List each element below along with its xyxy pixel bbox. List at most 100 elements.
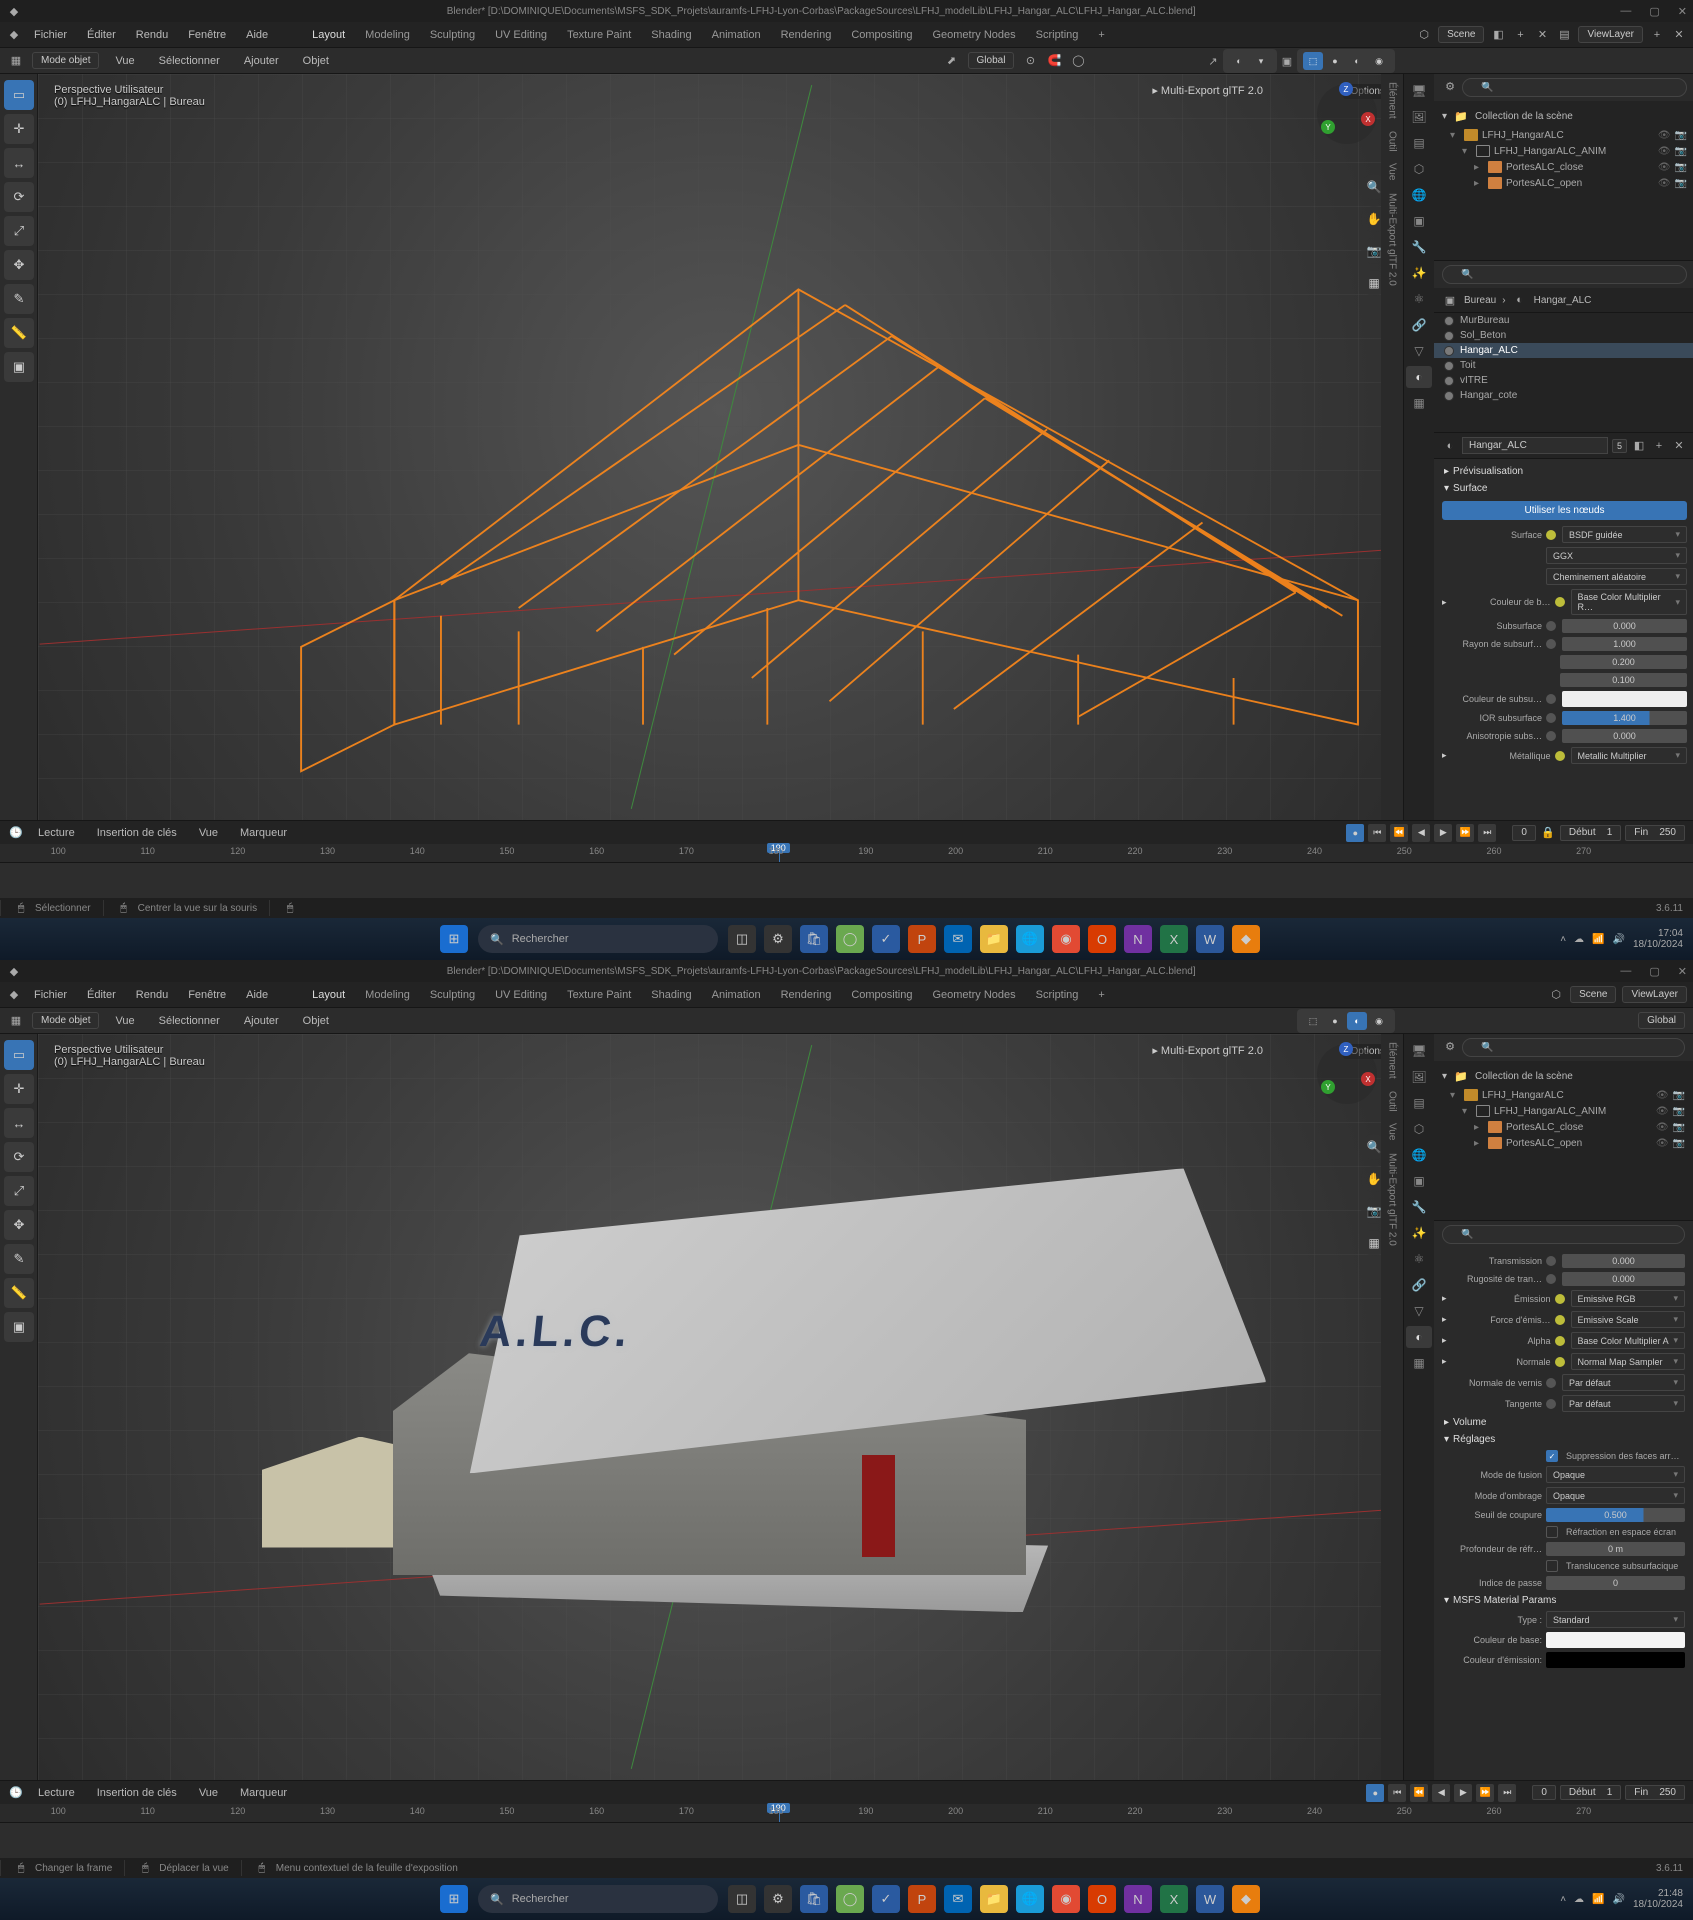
timeline-ruler[interactable]: 1001101201301401501601701801902002102202… [0, 844, 1693, 862]
ptab-world-icon[interactable]: 🌐 [1406, 1144, 1432, 1166]
tl-play[interactable]: Lecture [30, 824, 83, 842]
orient-selector[interactable]: Global [1638, 1012, 1685, 1029]
workspace-sculpting[interactable]: Sculpting [422, 26, 483, 44]
app-excel-icon[interactable]: X [1160, 1885, 1188, 1913]
app-taskview-icon[interactable]: ◫ [728, 925, 756, 953]
xray-icon[interactable]: ▣ [1279, 53, 1295, 69]
workspace-modeling[interactable]: Modeling [357, 986, 418, 1004]
ptab-object-icon[interactable]: ▣ [1406, 210, 1432, 232]
gizmo-toggle-icon[interactable]: ↗ [1205, 53, 1221, 69]
overlay-icon[interactable]: ◐ [1229, 52, 1249, 70]
basecolor-link[interactable]: Base Color Multiplier R… [1571, 589, 1687, 615]
ol-item[interactable]: LFHJ_HangarALC [1482, 130, 1564, 141]
use-nodes-button[interactable]: Utiliser les nœuds [1442, 501, 1687, 520]
workspace-add[interactable]: + [1090, 26, 1112, 44]
close-button[interactable]: ✕ [1678, 5, 1687, 18]
nav-gizmo[interactable]: X Y Z [1307, 1044, 1387, 1124]
tool-scale-icon[interactable]: ⤢ [4, 1176, 34, 1206]
ptab-particle-icon[interactable]: ✨ [1406, 262, 1432, 284]
mat-browse-icon[interactable]: ◐ [1442, 438, 1458, 454]
app-xbox-icon[interactable]: ◯ [836, 925, 864, 953]
jump-end-icon[interactable]: ⏭ [1498, 1784, 1516, 1802]
app-todo-icon[interactable]: ✓ [872, 1885, 900, 1913]
app-chrome-icon[interactable]: ◉ [1052, 925, 1080, 953]
shading-rendered-icon[interactable]: ◉ [1369, 52, 1389, 70]
blender-icon[interactable]: ◆ [6, 27, 22, 43]
msfs-type[interactable]: Standard [1546, 1611, 1685, 1628]
workspace-script[interactable]: Scripting [1028, 26, 1087, 44]
restrict-sel-icon[interactable]: 👁 [1658, 130, 1671, 141]
tl-view[interactable]: Vue [191, 824, 226, 842]
workspace-anim[interactable]: Animation [704, 986, 769, 1004]
outliner-filter-icon[interactable]: ⚙ [1442, 1038, 1458, 1054]
panel-msfs[interactable]: ▾ MSFS Material Params [1434, 1592, 1693, 1609]
ptab-data-icon[interactable]: ▽ [1406, 1300, 1432, 1322]
viewport-3d[interactable]: ↗ ◐ ▾ ▣ ⬚ ● ◐ ◉ Perspective Utilisateur [38, 74, 1403, 820]
subsurface-field[interactable]: 0.000 [1562, 619, 1687, 633]
ptab-world-icon[interactable]: 🌐 [1406, 184, 1432, 206]
panel-preview[interactable]: ▸ Prévisualisation [1434, 463, 1693, 480]
start-button[interactable]: ⊞ [440, 1885, 468, 1913]
current-frame[interactable]: 0 [1532, 1785, 1556, 1800]
tray-clock[interactable]: 21:4818/10/2024 [1633, 1888, 1683, 1910]
viewport-3d[interactable]: ⬚ ● ◐ ◉ Perspective Utilisateur (0) LFHJ… [38, 1034, 1403, 1780]
outliner-filter-icon[interactable]: ⚙ [1442, 78, 1458, 94]
app-powerpoint-icon[interactable]: P [908, 925, 936, 953]
clearcoat-normal[interactable]: Par défaut [1562, 1374, 1685, 1391]
app-mail-icon[interactable]: ✉ [944, 1885, 972, 1913]
timeline-editor-icon[interactable]: 🕒 [8, 1785, 24, 1801]
workspace-texpaint[interactable]: Texture Paint [559, 986, 639, 1004]
app-explorer-icon[interactable]: 📁 [980, 1885, 1008, 1913]
menu-render[interactable]: Rendu [128, 986, 176, 1004]
app-edge-icon[interactable]: 🌐 [1016, 1885, 1044, 1913]
tab-view[interactable]: Vue [1387, 163, 1398, 180]
app-office-icon[interactable]: O [1088, 1885, 1116, 1913]
tool-cursor-icon[interactable]: ✛ [4, 114, 34, 144]
menu-file[interactable]: Fichier [26, 986, 75, 1004]
tool-addcube-icon[interactable]: ▣ [4, 352, 34, 382]
sss-color-swatch[interactable] [1562, 691, 1687, 707]
play-icon[interactable]: ▶ [1434, 824, 1452, 842]
mat-users[interactable]: 5 [1612, 439, 1627, 453]
tool-rotate-icon[interactable]: ⟳ [4, 1142, 34, 1172]
workspace-texpaint[interactable]: Texture Paint [559, 26, 639, 44]
workspace-layout[interactable]: Layout [304, 986, 353, 1004]
clip-threshold[interactable]: 0.500 [1546, 1508, 1685, 1522]
tab-element[interactable]: Élément [1387, 82, 1398, 119]
minimize-button[interactable]: — [1620, 965, 1631, 978]
keyframe-prev-icon[interactable]: ⏪ [1390, 824, 1408, 842]
sss-r2[interactable]: 0.200 [1560, 655, 1687, 669]
workspace-comp[interactable]: Compositing [843, 26, 920, 44]
ptab-texture-icon[interactable]: ▦ [1406, 392, 1432, 414]
panel-settings[interactable]: ▾ Réglages [1434, 1431, 1693, 1448]
ptab-material-icon[interactable]: ◐ [1406, 366, 1432, 388]
panel-volume[interactable]: ▸ Volume [1434, 1414, 1693, 1431]
emission-link[interactable]: Emissive RGB [1571, 1290, 1685, 1307]
ptab-viewlayer-icon[interactable]: ▤ [1406, 1092, 1432, 1114]
ptab-material-icon[interactable]: ◐ [1406, 1326, 1432, 1348]
minimize-button[interactable]: — [1620, 5, 1631, 18]
workspace-render[interactable]: Rendering [773, 986, 840, 1004]
scene-picker[interactable]: Scene [1570, 986, 1616, 1003]
jump-end-icon[interactable]: ⏭ [1478, 824, 1496, 842]
menu-window[interactable]: Fenêtre [180, 26, 234, 44]
jump-start-icon[interactable]: ⏮ [1388, 1784, 1406, 1802]
ol-item[interactable]: LFHJ_HangarALC_ANIM [1494, 146, 1606, 157]
shading-solid-icon[interactable]: ● [1325, 1012, 1345, 1030]
workspace-geonodes[interactable]: Geometry Nodes [924, 986, 1023, 1004]
ptab-modifier-icon[interactable]: 🔧 [1406, 236, 1432, 258]
tool-rotate-icon[interactable]: ⟳ [4, 182, 34, 212]
alpha-link[interactable]: Base Color Multiplier A [1571, 1332, 1685, 1349]
app-word-icon[interactable]: W [1196, 925, 1224, 953]
tray-wifi-icon[interactable]: 📶 [1592, 1894, 1604, 1905]
menu-help[interactable]: Aide [238, 26, 276, 44]
ptab-output-icon[interactable]: 🖼 [1406, 1066, 1432, 1088]
refr-depth[interactable]: 0 m [1546, 1542, 1685, 1556]
maximize-button[interactable]: ▢ [1649, 5, 1659, 18]
overlay-opts-icon[interactable]: ▾ [1251, 52, 1271, 70]
shader-picker[interactable]: BSDF guidée [1562, 526, 1687, 543]
workspace-anim[interactable]: Animation [704, 26, 769, 44]
emiss-scale-link[interactable]: Emissive Scale [1571, 1311, 1685, 1328]
scene-new-icon[interactable]: + [1512, 27, 1528, 43]
editor-type-icon[interactable]: ▦ [8, 1013, 24, 1029]
